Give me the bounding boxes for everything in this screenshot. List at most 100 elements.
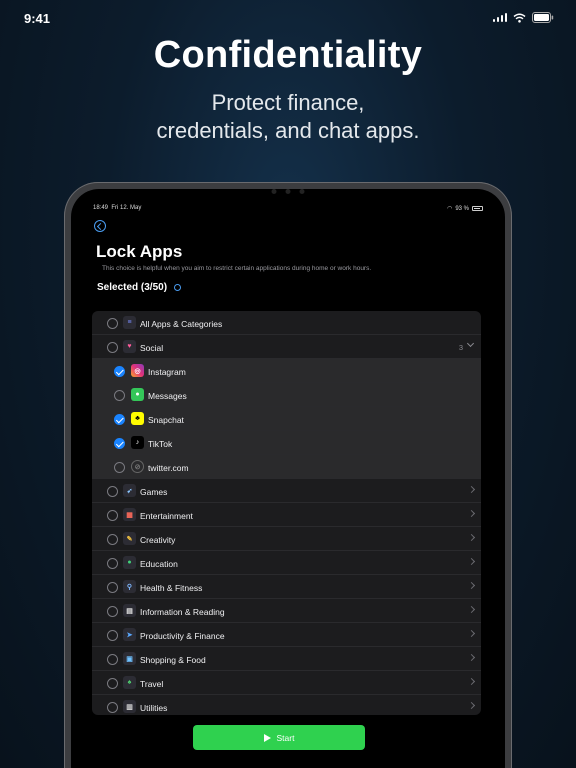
radio-button[interactable] <box>107 485 118 497</box>
page-title: Lock Apps <box>96 242 183 261</box>
chevron-right-icon[interactable] <box>467 701 476 710</box>
book-icon: ▤ <box>123 604 136 617</box>
list-item-label: Social <box>140 342 164 353</box>
instagram-icon: ◎ <box>131 364 144 377</box>
chevron-right-icon[interactable] <box>467 605 476 614</box>
selected-count: Selected (3/50) <box>97 282 182 293</box>
cards-icon: ▣ <box>123 652 136 665</box>
radio-button[interactable] <box>107 509 118 521</box>
list-item-education[interactable]: ● Education <box>92 551 481 575</box>
palette-icon: ✎ <box>123 532 136 545</box>
app-screen: 18:49 Fri 12. May ◠ 93 % Lock Apps This … <box>85 203 491 768</box>
list-item-utilities[interactable]: ▥ Utilities <box>92 695 481 715</box>
wifi-icon <box>513 13 526 23</box>
start-label: Start <box>276 732 295 743</box>
radio-button[interactable] <box>114 389 125 401</box>
list-item-label: Messages <box>148 390 187 401</box>
list-item-travel[interactable]: ♠ Travel <box>92 671 481 695</box>
chevron-right-icon[interactable] <box>467 485 476 494</box>
device-status-bar: 18:49 Fri 12. May ◠ 93 % <box>93 205 483 212</box>
radio-button[interactable] <box>114 413 125 425</box>
list-item-entertainment[interactable]: ▦ Entertainment <box>92 503 481 527</box>
list-item-label: Games <box>140 486 168 497</box>
radio-button[interactable] <box>107 317 118 329</box>
page-description: This choice is helpful when you aim to r… <box>102 265 372 272</box>
subheadline-line-1: Protect finance, <box>211 90 365 115</box>
globe-icon: ● <box>123 556 136 569</box>
list-item-health-fitness[interactable]: ⚲ Health & Fitness <box>92 575 481 599</box>
list-item-label: Health & Fitness <box>140 582 203 593</box>
chevron-right-icon[interactable] <box>467 629 476 638</box>
battery-icon <box>532 12 554 23</box>
stack-icon: ≡ <box>123 316 136 329</box>
list-item-information-reading[interactable]: ▤ Information & Reading <box>92 599 481 623</box>
chevron-right-icon[interactable] <box>467 509 476 518</box>
list-item-productivity-finance[interactable]: ➤ Productivity & Finance <box>92 623 481 647</box>
snapchat-icon: ♣ <box>131 412 144 425</box>
list-item-creativity[interactable]: ✎ Creativity <box>92 527 481 551</box>
device-time: 18:49 <box>93 205 109 211</box>
radio-button[interactable] <box>114 461 125 473</box>
chevron-right-icon[interactable] <box>467 581 476 590</box>
list-item-games[interactable]: ➶ Games <box>92 479 481 503</box>
radio-button[interactable] <box>107 653 118 665</box>
messages-icon: ● <box>131 388 144 401</box>
rocket-icon: ➶ <box>123 484 136 497</box>
subheadline-line-2: credentials, and chat apps. <box>156 118 420 143</box>
list-item-label: Productivity & Finance <box>140 630 225 641</box>
chevron-right-icon[interactable] <box>467 653 476 662</box>
web-icon: ⊘ <box>131 460 144 473</box>
info-icon[interactable] <box>174 284 182 291</box>
calculator-icon: ▥ <box>123 700 136 713</box>
social-icon: ♥ <box>123 340 136 353</box>
list-item-label: Utilities <box>140 702 168 713</box>
list-item-all[interactable]: ≡ All Apps & Categories <box>92 311 481 335</box>
selected-label: Selected (3/50) <box>97 282 168 293</box>
radio-button[interactable] <box>107 557 118 569</box>
radio-button[interactable] <box>107 341 118 353</box>
app-list: ≡ All Apps & Categories ♥ Social 3 ◎ Ins… <box>92 311 481 715</box>
popcorn-icon: ▦ <box>123 508 136 521</box>
radio-button[interactable] <box>114 437 125 449</box>
list-item-label: Instagram <box>148 366 186 377</box>
radio-button[interactable] <box>114 365 125 377</box>
list-item-label: All Apps & Categories <box>140 318 223 329</box>
palm-tree-icon: ♠ <box>123 676 136 689</box>
list-item-instagram[interactable]: ◎ Instagram <box>92 359 481 383</box>
list-item-snapchat[interactable]: ♣ Snapchat <box>92 407 481 431</box>
list-item-twitter[interactable]: ⊘ twitter.com <box>92 455 481 479</box>
back-icon[interactable] <box>94 220 106 232</box>
list-item-label: Snapchat <box>148 414 184 425</box>
list-item-label: Information & Reading <box>140 606 225 617</box>
chevron-right-icon[interactable] <box>467 557 476 566</box>
list-item-label: Creativity <box>140 534 176 545</box>
cellular-signal-icon <box>492 13 507 22</box>
bike-icon: ⚲ <box>123 580 136 593</box>
list-item-shopping-food[interactable]: ▣ Shopping & Food <box>92 647 481 671</box>
radio-button[interactable] <box>107 581 118 593</box>
list-item-label: TikTok <box>148 438 173 449</box>
chevron-right-icon[interactable] <box>467 677 476 686</box>
radio-button[interactable] <box>107 677 118 689</box>
chevron-down-icon[interactable] <box>466 339 475 348</box>
status-time: 9:41 <box>24 11 51 26</box>
start-button[interactable]: Start <box>193 725 365 750</box>
list-item-label: Travel <box>140 678 164 689</box>
radio-button[interactable] <box>107 701 118 713</box>
chevron-right-icon[interactable] <box>467 533 476 542</box>
radio-button[interactable] <box>107 629 118 641</box>
device-date: Fri 12. May <box>111 205 142 211</box>
radio-button[interactable] <box>107 605 118 617</box>
list-item-social[interactable]: ♥ Social 3 <box>92 335 481 359</box>
list-item-label: Education <box>140 558 178 569</box>
play-icon <box>263 733 271 742</box>
device-battery-icon <box>472 206 483 211</box>
list-item-tiktok[interactable]: ♪ TikTok <box>92 431 481 455</box>
device-wifi-icon: ◠ <box>447 206 453 212</box>
list-item-label: Entertainment <box>140 510 193 521</box>
list-item-messages[interactable]: ● Messages <box>92 383 481 407</box>
status-bar: 9:41 <box>0 0 576 34</box>
paper-plane-icon: ➤ <box>123 628 136 641</box>
list-item-label: twitter.com <box>148 462 189 473</box>
radio-button[interactable] <box>107 533 118 545</box>
